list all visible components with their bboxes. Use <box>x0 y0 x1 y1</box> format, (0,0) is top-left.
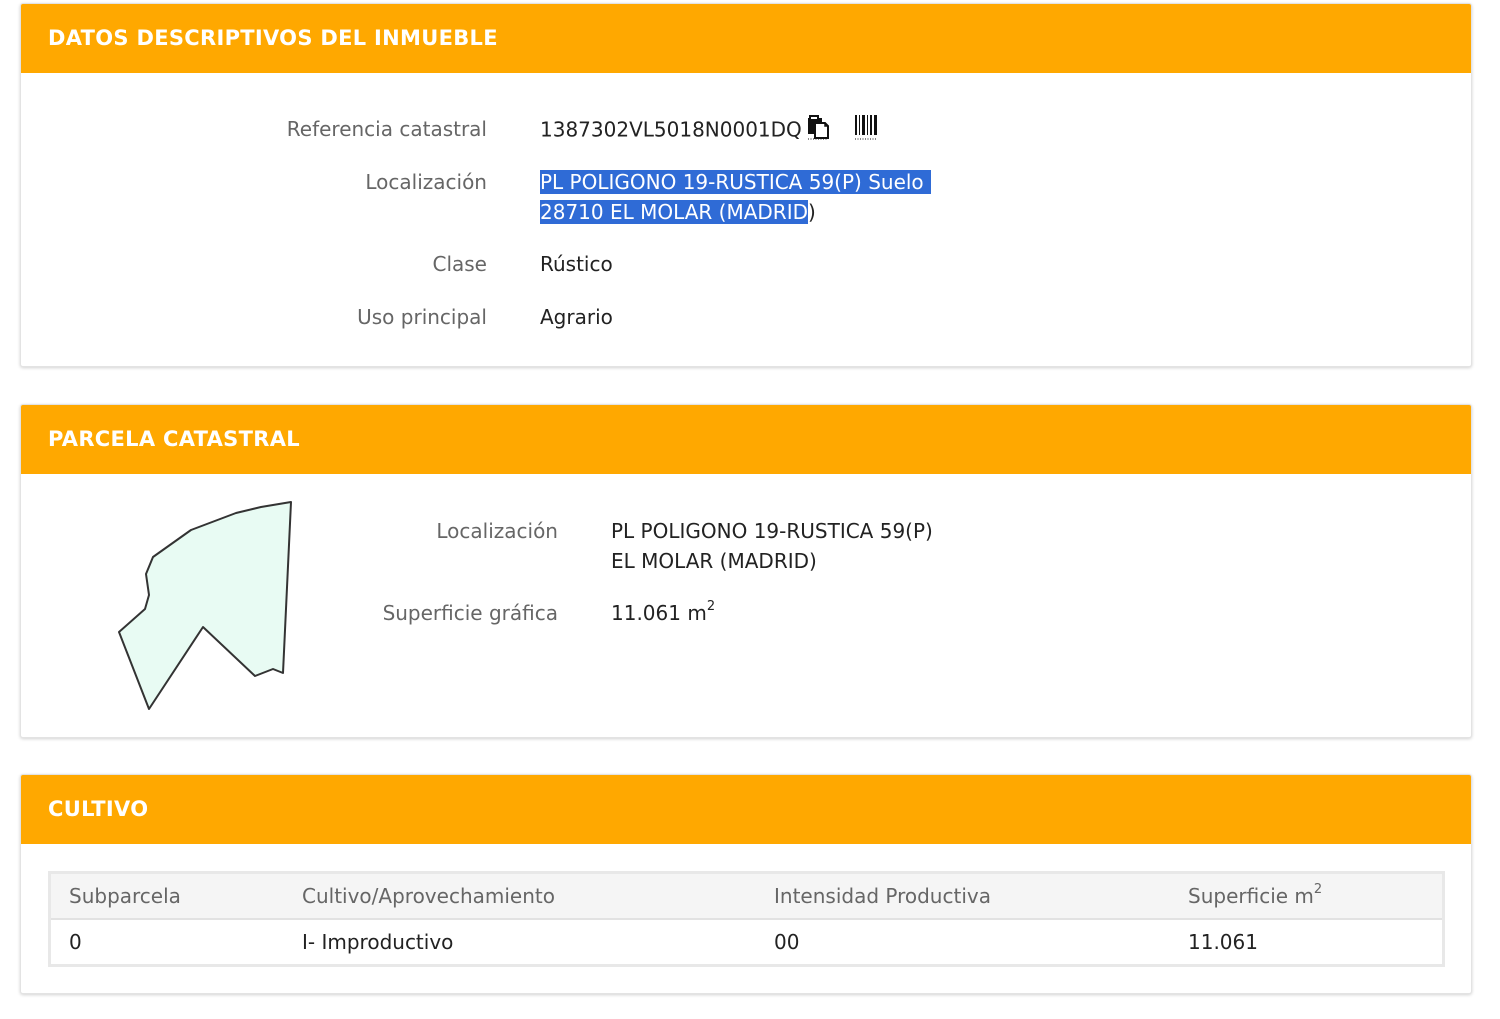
clase-value: Rústico <box>540 252 613 276</box>
parcela-localizacion-value: PL POLIGONO 19-RUSTICA 59(P) EL MOLAR (M… <box>611 516 933 576</box>
referencia-catastral-row: 1387302VL5018N0001DQ <box>540 114 878 148</box>
col-subparcela: Subparcela <box>69 884 181 908</box>
localizacion-value: PL POLIGONO 19-RUSTICA 59(P) Suelo 28710… <box>540 167 931 227</box>
localizacion-line2-selected: 28710 EL MOLAR (MADRID <box>540 200 808 224</box>
referencia-catastral-value: 1387302VL5018N0001DQ <box>540 117 802 142</box>
superficie-grafica-number: 11.061 m <box>611 601 707 625</box>
superficie-grafica-exp: 2 <box>706 599 716 615</box>
barcode-icon[interactable] <box>854 114 878 148</box>
col-superficie: Superficie m2 <box>1188 881 1322 911</box>
cell-cultivo: I- Improductivo <box>302 930 454 954</box>
panel-cultivo: CULTIVO Subparcela Cultivo/Aprovechamien… <box>20 774 1472 994</box>
panel-datos-inmueble: DATOS DESCRIPTIVOS DEL INMUEBLE Referenc… <box>20 3 1472 367</box>
label-clase: Clase <box>432 252 487 276</box>
uso-principal-value: Agrario <box>540 305 613 329</box>
parcela-localizacion-line2: EL MOLAR (MADRID) <box>611 549 817 573</box>
cell-intensidad: 00 <box>774 930 800 954</box>
label-uso-principal: Uso principal <box>357 305 487 329</box>
label-superficie-grafica: Superficie gráfica <box>382 601 558 625</box>
localizacion-line2-rest: ) <box>808 200 816 224</box>
label-referencia-catastral: Referencia catastral <box>286 117 487 141</box>
panel-header-datos-inmueble: DATOS DESCRIPTIVOS DEL INMUEBLE <box>21 4 1471 73</box>
copy-icon[interactable] <box>806 114 830 148</box>
panel-header-cultivo: CULTIVO <box>21 775 1471 844</box>
parcela-localizacion-line1: PL POLIGONO 19-RUSTICA 59(P) <box>611 519 933 543</box>
panel-parcela-catastral: PARCELA CATASTRAL Localización PL POLIGO… <box>20 404 1472 738</box>
cell-subparcela: 0 <box>69 930 82 954</box>
col-superficie-exp: 2 <box>1313 882 1323 898</box>
label-localizacion: Localización <box>365 170 487 194</box>
label-parcela-localizacion: Localización <box>436 519 558 543</box>
col-intensidad: Intensidad Productiva <box>774 884 991 908</box>
localizacion-line1: PL POLIGONO 19-RUSTICA 59(P) Suelo <box>540 170 931 194</box>
cultivo-table: Subparcela Cultivo/Aprovechamiento Inten… <box>48 871 1445 967</box>
superficie-grafica-value: 11.061 m2 <box>611 598 715 628</box>
col-superficie-label: Superficie m <box>1188 884 1314 908</box>
table-row: 0 I- Improductivo 00 11.061 <box>51 920 1442 964</box>
cultivo-table-header: Subparcela Cultivo/Aprovechamiento Inten… <box>51 874 1442 920</box>
col-cultivo: Cultivo/Aprovechamiento <box>302 884 555 908</box>
parcel-shape-map[interactable] <box>21 405 321 738</box>
cell-superficie: 11.061 <box>1188 930 1258 954</box>
